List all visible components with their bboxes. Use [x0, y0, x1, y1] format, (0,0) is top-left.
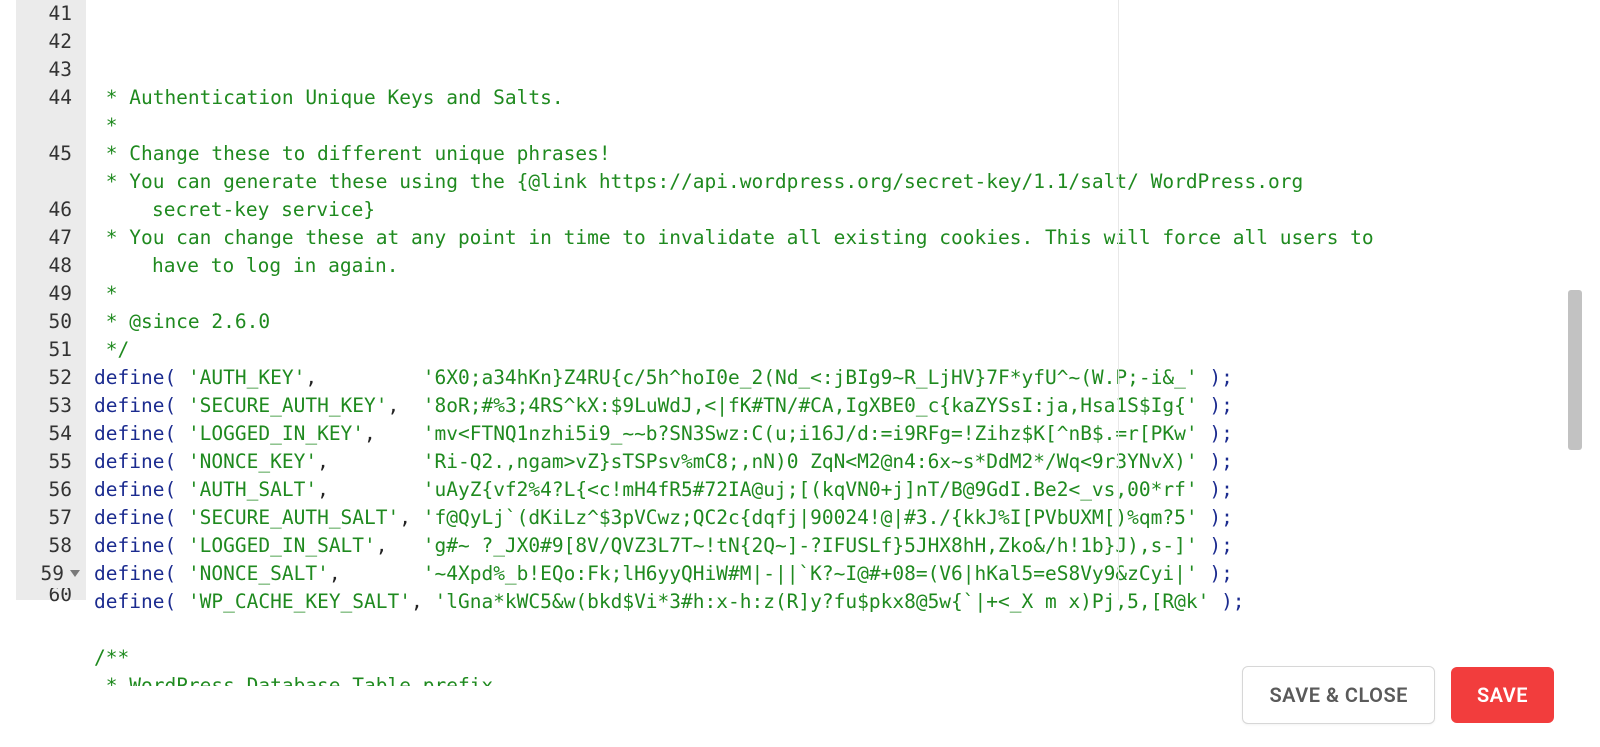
code-line[interactable]: * Change these to different unique phras… [94, 140, 1558, 168]
line-number: 52 [16, 364, 80, 392]
line-number: 43 [16, 56, 80, 84]
line-number: 50 [16, 308, 80, 336]
code-line[interactable]: * You can change these at any point in t… [94, 224, 1558, 252]
code-line[interactable] [94, 616, 1558, 644]
vertical-scrollbar[interactable] [1564, 0, 1582, 600]
line-number: 47 [16, 224, 80, 252]
save-button[interactable]: SAVE [1451, 667, 1554, 723]
code-line[interactable]: define( 'NONCE_SALT', '~4Xpd%_b!EQo:Fk;l… [94, 560, 1558, 588]
line-number: 59 [16, 560, 80, 588]
code-line[interactable]: * [94, 112, 1558, 140]
code-editor[interactable]: 41424344 45 464748495051525354555657585960… [16, 0, 1558, 600]
code-line[interactable]: define( 'SECURE_AUTH_KEY', '8oR;#%3;4RS^… [94, 392, 1558, 420]
line-number: 51 [16, 336, 80, 364]
code-line[interactable]: define( 'LOGGED_IN_SALT', 'g#~ ?_JX0#9[8… [94, 532, 1558, 560]
line-number: 56 [16, 476, 80, 504]
code-line[interactable]: have to log in again. [94, 252, 1558, 280]
line-number: 58 [16, 532, 80, 560]
line-number: 53 [16, 392, 80, 420]
line-number: 46 [16, 196, 80, 224]
save-and-close-button[interactable]: SAVE & CLOSE [1242, 666, 1435, 724]
line-number: 44 [16, 84, 80, 112]
code-line[interactable]: define( 'LOGGED_IN_KEY', 'mv<FTNQ1nzhi5i… [94, 420, 1558, 448]
code-line[interactable]: define( 'SECURE_AUTH_SALT', 'f@QyLj`(dKi… [94, 504, 1558, 532]
line-number: 42 [16, 28, 80, 56]
line-number: 57 [16, 504, 80, 532]
editor-footer-actions: SAVE & CLOSE SAVE [0, 655, 1558, 735]
code-line[interactable]: define( 'AUTH_SALT', 'uAyZ{vf2%4?L{<c!mH… [94, 476, 1558, 504]
code-line[interactable]: */ [94, 336, 1558, 364]
line-number: 45 [16, 140, 80, 168]
line-number: 41 [16, 0, 80, 28]
scrollbar-thumb[interactable] [1568, 290, 1582, 450]
code-line[interactable]: * Authentication Unique Keys and Salts. [94, 84, 1558, 112]
line-number-gutter: 41424344 45 464748495051525354555657585960 [16, 0, 86, 600]
code-line[interactable]: * [94, 280, 1558, 308]
code-area[interactable]: * Authentication Unique Keys and Salts. … [86, 0, 1558, 600]
code-line[interactable]: * You can generate these using the {@lin… [94, 168, 1558, 196]
line-number: 54 [16, 420, 80, 448]
code-line[interactable]: define( 'AUTH_KEY', '6X0;a34hKn}Z4RU{c/5… [94, 364, 1558, 392]
code-line[interactable]: secret-key service} [94, 196, 1558, 224]
code-line[interactable]: * @since 2.6.0 [94, 308, 1558, 336]
line-number: 55 [16, 448, 80, 476]
code-line[interactable]: define( 'NONCE_KEY', 'Ri-Q2.,ngam>vZ}sTS… [94, 448, 1558, 476]
print-margin-guide [1118, 0, 1119, 600]
line-number: 48 [16, 252, 80, 280]
fold-caret-icon[interactable] [70, 570, 80, 577]
code-line[interactable]: define( 'WP_CACHE_KEY_SALT', 'lGna*kWC5&… [94, 588, 1558, 616]
line-number: 49 [16, 280, 80, 308]
line-number: 60 [16, 588, 80, 602]
